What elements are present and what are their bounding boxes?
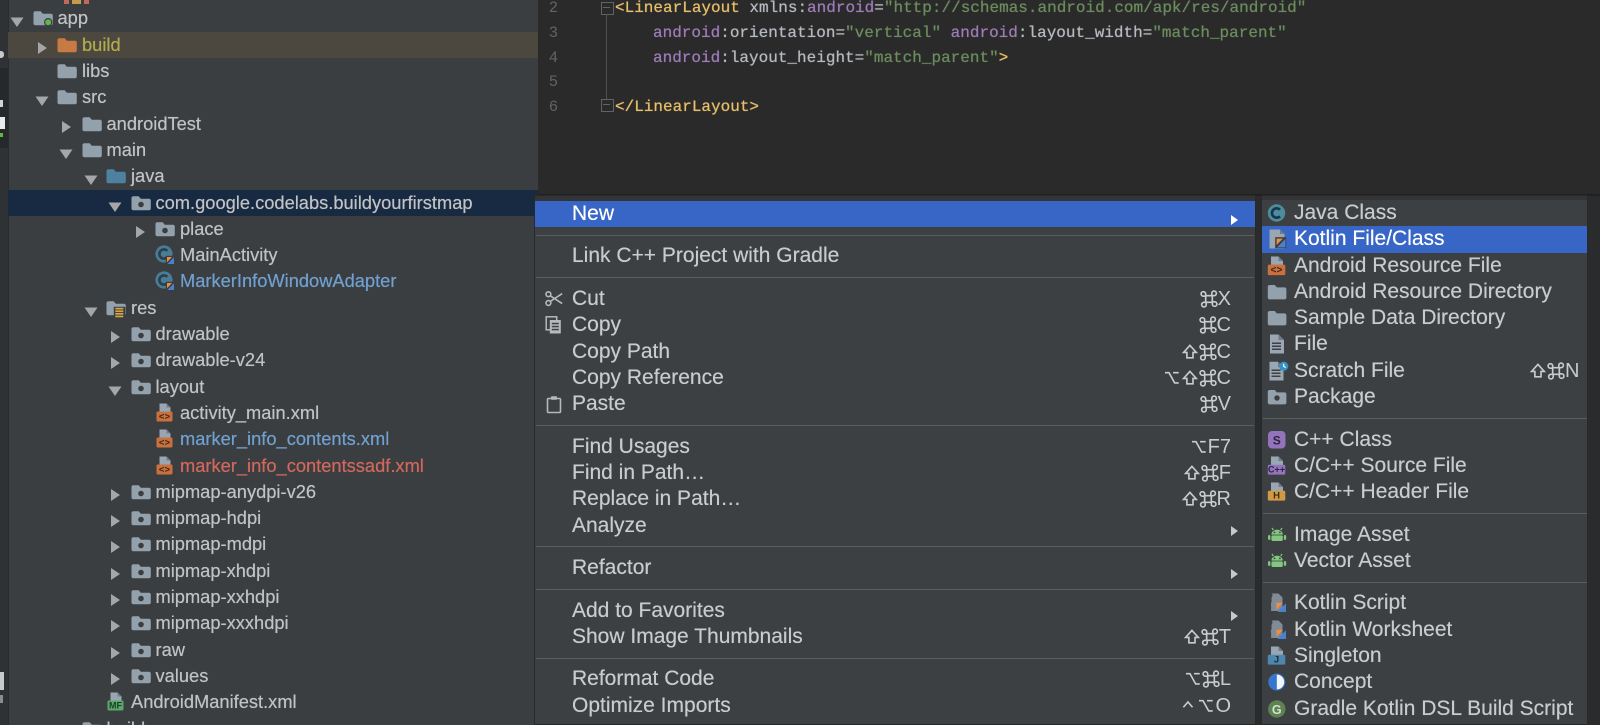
svg-text:G: G	[1272, 702, 1282, 716]
svg-text:<>: <>	[159, 464, 171, 475]
svg-text:H: H	[1273, 491, 1280, 502]
svg-text:C++: C++	[1268, 464, 1285, 474]
svg-text:<>: <>	[1270, 266, 1282, 276]
svg-text:MF: MF	[109, 701, 122, 711]
svg-text:<>: <>	[159, 411, 171, 422]
svg-text:J: J	[1274, 655, 1279, 666]
svg-text:S: S	[1273, 433, 1281, 447]
svg-text:<>: <>	[159, 438, 171, 449]
